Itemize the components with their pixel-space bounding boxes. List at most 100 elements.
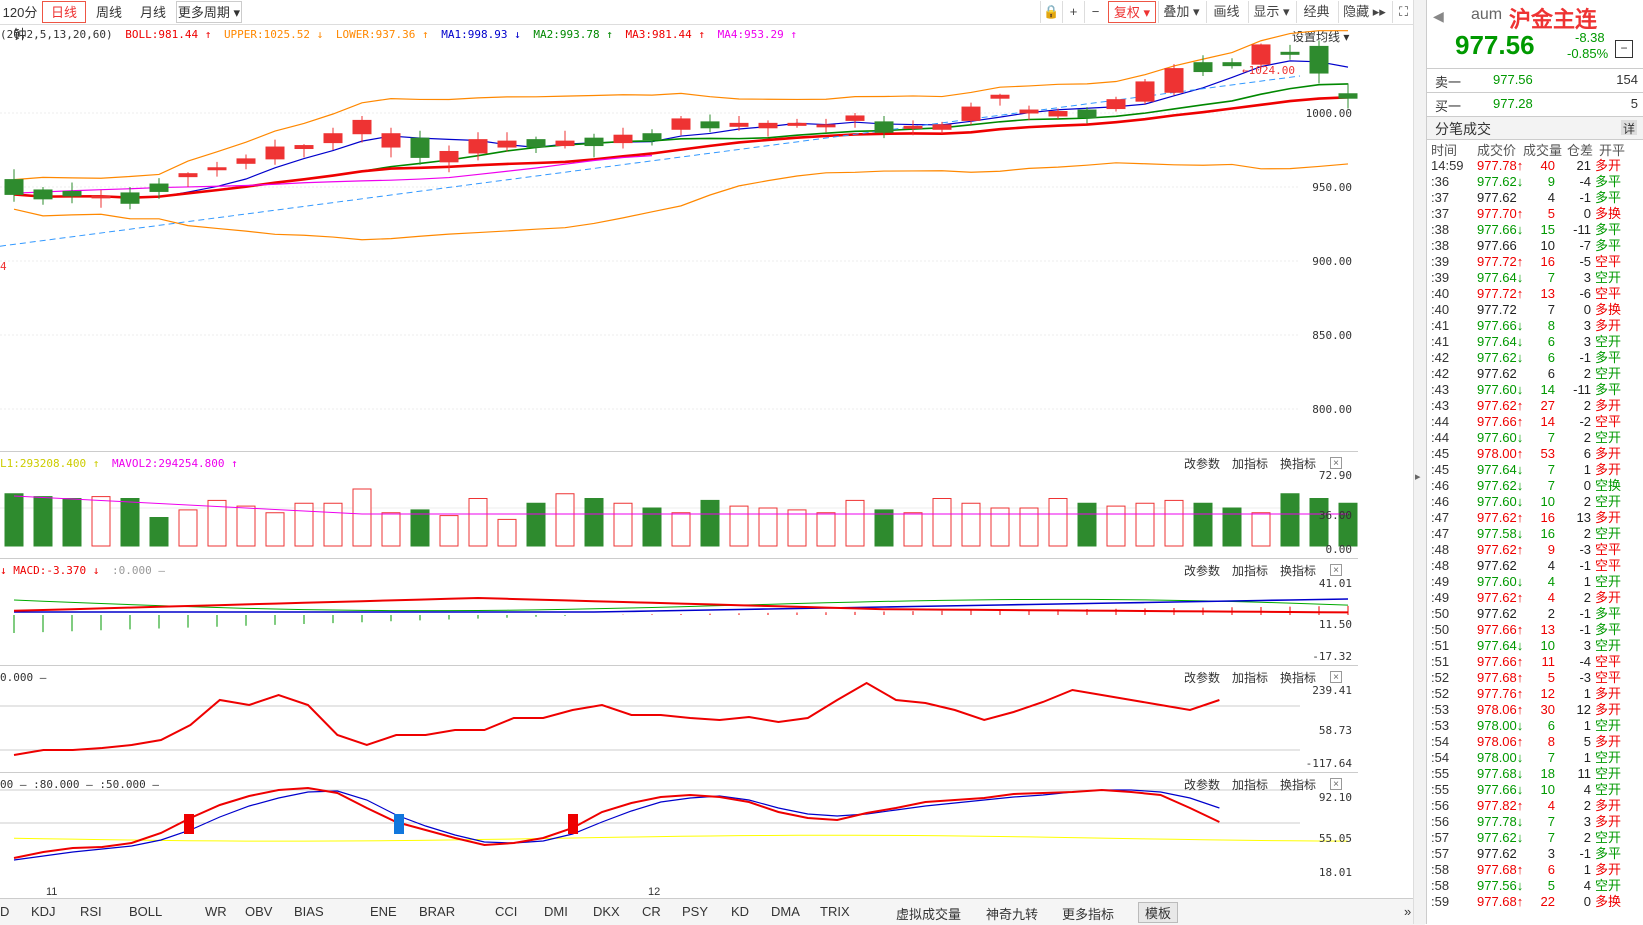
indicator-tab[interactable]: BOLL — [129, 904, 162, 919]
sell-price: 977.56 — [1493, 72, 1533, 87]
prev-arrow-icon[interactable]: ◀ — [1433, 8, 1444, 25]
trade-row: :46 977.62↓ 7 0 空换 — [1431, 478, 1622, 493]
add-indicator-button[interactable]: 加指标 — [1232, 562, 1268, 579]
swap-indicator-button[interactable]: 换指标 — [1280, 455, 1316, 472]
tabs-scroll-icon[interactable]: » — [1404, 904, 1411, 919]
indicator-tab[interactable]: KDJ — [31, 904, 56, 919]
indicator-tab[interactable]: 更多指标 — [1062, 904, 1114, 923]
volume-bar — [729, 505, 749, 547]
add-indicator-button[interactable]: 加指标 — [1232, 455, 1268, 472]
price-tick: 950.00 — [1312, 181, 1352, 194]
indicator-tab[interactable]: BIAS — [294, 904, 324, 919]
swap-indicator-button[interactable]: 换指标 — [1280, 669, 1316, 686]
change-params-button[interactable]: 改参数 — [1184, 562, 1220, 579]
trade-row: :47 977.58↓ 16 2 空开 — [1431, 526, 1622, 541]
candle-body — [526, 139, 546, 148]
indicator-tab[interactable]: WR — [205, 904, 227, 919]
indicator-tab[interactable]: D — [0, 904, 9, 919]
fullscreen-icon[interactable]: ⛶ — [1392, 1, 1414, 23]
quote-panel: ◀ aum 沪金主连 977.56 -8.38 -0.85% − 卖一 977.… — [1426, 0, 1643, 924]
candle-body — [1193, 62, 1213, 73]
candle-body — [265, 146, 285, 160]
close-panel-icon[interactable]: × — [1330, 564, 1342, 576]
indicator-tab[interactable]: ENE — [370, 904, 397, 919]
indicator-tab[interactable]: KD — [731, 904, 749, 919]
candle-body — [381, 133, 401, 148]
trade-row: :40 977.72 7 0 多换 — [1431, 302, 1622, 317]
volume-bar — [265, 512, 285, 547]
kd-tick: 55.05 — [1318, 832, 1352, 845]
indicator-tab[interactable]: 神奇九转 — [986, 904, 1038, 923]
swap-indicator-button[interactable]: 换指标 — [1280, 562, 1316, 579]
p4-tick: 58.73 — [1318, 724, 1352, 737]
candle-body — [990, 94, 1010, 99]
x-label: 11 — [46, 886, 58, 898]
add-indicator-button[interactable]: 加指标 — [1232, 669, 1268, 686]
candle-body — [1338, 93, 1358, 99]
volume-bar — [294, 502, 314, 547]
indicator-tab[interactable]: TRIX — [820, 904, 850, 919]
trade-row: :43 977.62↑ 27 2 多开 — [1431, 398, 1622, 413]
trade-row: :39 977.72↑ 16 -5 空平 — [1431, 254, 1622, 269]
candle-body — [236, 158, 256, 164]
indicator-tab[interactable]: RSI — [80, 904, 102, 919]
kline-chart[interactable] — [0, 0, 1358, 898]
collapse-arrow-icon[interactable]: ▸ — [1415, 470, 1421, 483]
volume-bar — [613, 502, 633, 547]
trade-row: :42 977.62↓ 6 -1 多平 — [1431, 350, 1622, 365]
candle-body — [1309, 45, 1329, 74]
swap-indicator-button[interactable]: 换指标 — [1280, 776, 1316, 793]
volume-bar — [1135, 502, 1155, 547]
change-params-button[interactable]: 改参数 — [1184, 669, 1220, 686]
candle-body — [1280, 51, 1300, 55]
sell-label: 卖一 — [1435, 75, 1462, 90]
trade-row: :54 978.06↑ 8 5 多开 — [1431, 734, 1622, 749]
close-panel-icon[interactable]: × — [1330, 457, 1342, 469]
candle-body — [584, 137, 604, 147]
trade-row: 14:59 977.78↑ 40 21 多开 — [1431, 158, 1622, 173]
indicator-tab[interactable]: OBV — [245, 904, 272, 919]
buy-volume: 5 — [1630, 96, 1638, 111]
trade-row: :53 978.06↑ 30 12 多开 — [1431, 702, 1622, 717]
add-indicator-button[interactable]: 加指标 — [1232, 776, 1268, 793]
p4-legend: 0.000 — — [0, 671, 47, 684]
candle-body — [1164, 68, 1184, 93]
panel-collapse-strip[interactable]: ▸ — [1413, 0, 1427, 924]
candle-body — [120, 192, 140, 204]
trade-row: :51 977.66↑ 11 -4 空平 — [1431, 654, 1622, 669]
candle-body — [352, 119, 372, 135]
close-panel-icon[interactable]: × — [1330, 778, 1342, 790]
candle-body — [91, 195, 111, 199]
minimize-icon[interactable]: − — [1615, 40, 1633, 58]
indicator-tab[interactable]: BRAR — [419, 904, 455, 919]
trades-header: 时间 成交价 成交量 仓差 开平 — [1431, 143, 1626, 158]
volume-bar — [4, 493, 24, 547]
indicator-tab[interactable]: CCI — [495, 904, 517, 919]
detail-button[interactable]: 详 — [1621, 120, 1637, 136]
indicator-tab[interactable]: DKX — [593, 904, 620, 919]
candle-body — [323, 133, 343, 144]
trade-row: :52 977.68↑ 5 -3 空平 — [1431, 670, 1622, 685]
indicator-tab[interactable]: DMI — [544, 904, 568, 919]
candle-body — [816, 124, 836, 128]
trade-row: :48 977.62↑ 9 -3 空平 — [1431, 542, 1622, 557]
indicator-tab[interactable]: 虚拟成交量 — [896, 904, 961, 923]
close-panel-icon[interactable]: × — [1330, 671, 1342, 683]
trade-row: :57 977.62↓ 7 2 空开 — [1431, 830, 1622, 845]
x-label: 12 — [648, 886, 661, 898]
trade-row: :42 977.62 6 2 空开 — [1431, 366, 1622, 381]
indicator-tab[interactable]: DMA — [771, 904, 800, 919]
trade-row: :51 977.64↓ 10 3 空开 — [1431, 638, 1622, 653]
change-params-button[interactable]: 改参数 — [1184, 776, 1220, 793]
indicator-tab[interactable]: PSY — [682, 904, 708, 919]
volume-bar — [468, 498, 488, 547]
change-params-button[interactable]: 改参数 — [1184, 455, 1220, 472]
trade-row: :41 977.64↓ 6 3 空开 — [1431, 334, 1622, 349]
candle-body — [1048, 111, 1068, 117]
candle-body — [1106, 99, 1126, 110]
price-tick: 800.00 — [1312, 403, 1352, 416]
indicator-tab[interactable]: 模板 — [1138, 902, 1179, 923]
trade-row: :46 977.60↓ 10 2 空开 — [1431, 494, 1622, 509]
candle-body — [1135, 81, 1155, 102]
indicator-tab[interactable]: CR — [642, 904, 661, 919]
